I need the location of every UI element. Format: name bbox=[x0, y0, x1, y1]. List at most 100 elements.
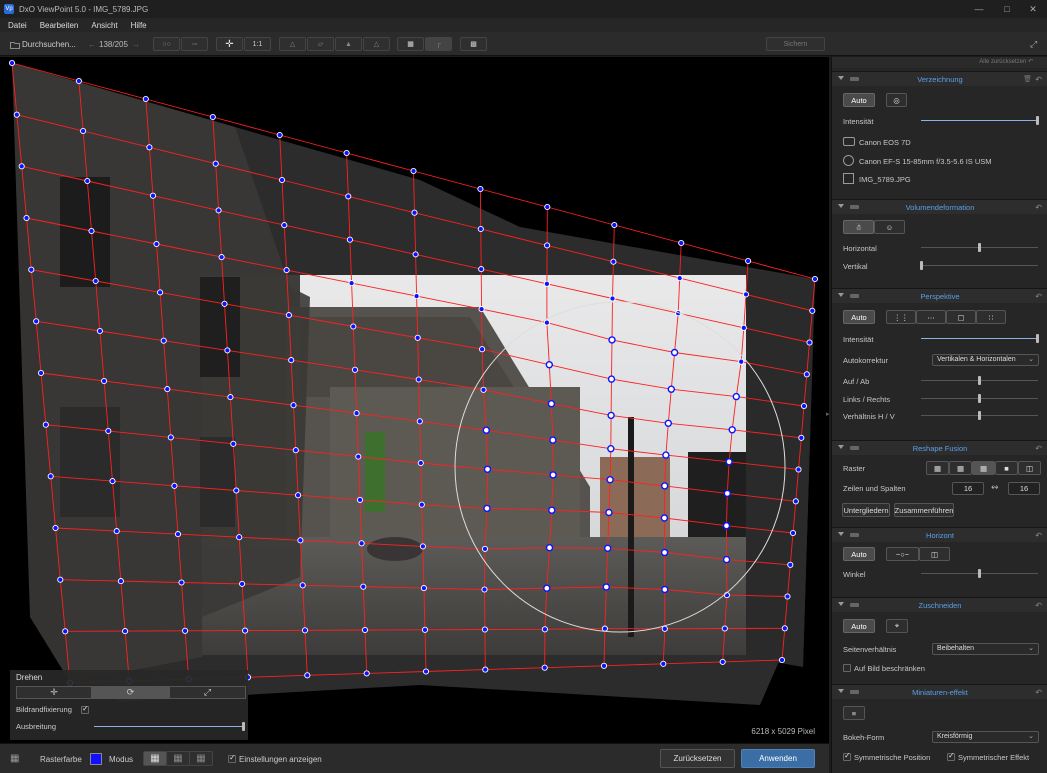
rows-input[interactable]: 16 bbox=[952, 482, 984, 495]
perspective-intensity-slider[interactable] bbox=[921, 334, 1039, 343]
mesh-control-point[interactable] bbox=[778, 656, 786, 664]
mesh-control-point[interactable] bbox=[605, 508, 613, 517]
mesh-control-point[interactable] bbox=[276, 131, 283, 139]
vertical-slider[interactable] bbox=[920, 261, 1038, 270]
mesh-control-point[interactable] bbox=[800, 402, 808, 410]
mesh-control-point[interactable] bbox=[363, 670, 370, 677]
mesh-control-point[interactable] bbox=[346, 236, 353, 243]
mesh-control-point[interactable] bbox=[230, 440, 237, 447]
panel-collapse-arrow-icon[interactable]: ▸ bbox=[826, 410, 830, 418]
mesh-control-point[interactable] bbox=[122, 628, 129, 635]
crop-header[interactable]: Zuschneiden ↶ bbox=[832, 598, 1047, 612]
mesh-control-point[interactable] bbox=[602, 583, 610, 591]
move-tool-button[interactable]: ✛ bbox=[216, 37, 243, 51]
reset-section-icon[interactable]: ↶ bbox=[1035, 531, 1042, 540]
mesh-control-point[interactable] bbox=[795, 466, 802, 473]
mesh-control-point[interactable] bbox=[109, 478, 116, 485]
mesh-control-point[interactable] bbox=[725, 458, 733, 466]
mesh-control-point[interactable] bbox=[667, 385, 675, 393]
mesh-control-point[interactable] bbox=[57, 576, 64, 583]
mesh-control-point[interactable] bbox=[171, 482, 178, 489]
mesh-control-point[interactable] bbox=[411, 209, 418, 216]
mesh-control-point[interactable] bbox=[278, 176, 286, 184]
mesh-control-point[interactable] bbox=[113, 528, 120, 535]
mesh-control-point[interactable] bbox=[18, 163, 25, 170]
mesh-control-point[interactable] bbox=[544, 242, 551, 249]
mesh-control-point[interactable] bbox=[728, 426, 736, 434]
perspective-tool-1-button[interactable]: △ bbox=[279, 37, 306, 51]
minimize-icon[interactable]: — bbox=[965, 0, 993, 18]
perspective-8pt-button[interactable]: ∷ bbox=[976, 310, 1006, 324]
mesh-control-point[interactable] bbox=[62, 628, 69, 635]
mesh-control-point[interactable] bbox=[174, 531, 182, 538]
mesh-control-point[interactable] bbox=[604, 544, 612, 552]
cols-input[interactable]: 16 bbox=[1008, 482, 1040, 495]
mesh-control-point[interactable] bbox=[601, 625, 608, 632]
volume-header[interactable]: Volumendeformation ↶ bbox=[832, 200, 1047, 214]
mesh-control-point[interactable] bbox=[678, 239, 685, 247]
up-down-slider[interactable] bbox=[921, 376, 1038, 385]
mesh-control-point[interactable] bbox=[299, 582, 306, 589]
mesh-control-point[interactable] bbox=[481, 626, 488, 633]
mesh-control-point[interactable] bbox=[47, 473, 54, 480]
mesh-control-point[interactable] bbox=[281, 222, 288, 229]
mesh-control-point[interactable] bbox=[798, 434, 805, 441]
mesh-control-point[interactable] bbox=[545, 361, 553, 369]
mesh-control-point[interactable] bbox=[545, 544, 554, 552]
mesh-control-point[interactable] bbox=[676, 275, 683, 282]
mesh-control-point[interactable] bbox=[236, 534, 243, 541]
mesh-control-point[interactable] bbox=[142, 95, 149, 103]
mesh-control-point[interactable] bbox=[809, 307, 816, 314]
horizon-vertical-button[interactable]: ◫ bbox=[919, 547, 950, 561]
crop-overlay-button[interactable]: ▩ bbox=[460, 37, 487, 51]
mesh-control-point[interactable] bbox=[42, 421, 49, 428]
aspect-dropdown[interactable]: Beibehalten ⌄ bbox=[932, 643, 1039, 655]
mesh-control-point[interactable] bbox=[482, 666, 489, 673]
mesh-control-point[interactable] bbox=[477, 185, 484, 193]
mode-move-button[interactable]: ✛ bbox=[16, 686, 92, 699]
mesh-control-point[interactable] bbox=[224, 347, 231, 354]
mesh-control-point[interactable] bbox=[661, 625, 668, 632]
ratio-slider[interactable] bbox=[921, 411, 1038, 420]
mesh-control-point[interactable] bbox=[416, 418, 423, 425]
left-right-slider[interactable] bbox=[921, 394, 1038, 403]
horizon-tool-button[interactable]: △ bbox=[363, 37, 390, 51]
mode-warp-button[interactable]: ▦ bbox=[143, 751, 167, 766]
subdivide-button[interactable]: Untergliedern bbox=[842, 503, 890, 517]
horizon-header[interactable]: Horizont ↶ bbox=[832, 528, 1047, 542]
mesh-control-point[interactable] bbox=[101, 377, 108, 385]
mesh-control-point[interactable] bbox=[547, 400, 556, 408]
mesh-control-point[interactable] bbox=[543, 280, 550, 287]
mode-perspective-grid-button[interactable]: ▦ bbox=[189, 751, 213, 766]
mesh-control-point[interactable] bbox=[721, 625, 728, 632]
menu-hilfe[interactable]: Hilfe bbox=[126, 21, 152, 30]
mesh-control-point[interactable] bbox=[740, 324, 747, 331]
mesh-control-point[interactable] bbox=[288, 357, 295, 364]
mesh-control-point[interactable] bbox=[358, 540, 365, 547]
mode-rotate-button[interactable]: ⟳ bbox=[92, 686, 169, 699]
mesh-control-point[interactable] bbox=[481, 586, 488, 593]
mesh-control-point[interactable] bbox=[84, 177, 91, 185]
mesh-control-point[interactable] bbox=[28, 266, 35, 273]
mesh-control-point[interactable] bbox=[413, 293, 420, 300]
mesh-control-point[interactable] bbox=[167, 434, 174, 441]
save-button[interactable]: Sichern bbox=[766, 37, 825, 51]
mesh-control-point[interactable] bbox=[607, 411, 615, 420]
mesh-control-point[interactable] bbox=[52, 524, 59, 532]
mesh-control-point[interactable] bbox=[732, 392, 740, 401]
mesh-control-point[interactable] bbox=[360, 583, 367, 590]
menu-bearbeiten[interactable]: Bearbeiten bbox=[35, 21, 84, 30]
mesh-control-point[interactable] bbox=[153, 240, 160, 248]
grid-toggle-icon[interactable]: ▦ bbox=[10, 753, 19, 764]
mesh-control-point[interactable] bbox=[600, 662, 608, 669]
mesh-control-point[interactable] bbox=[297, 537, 304, 544]
perspective-horizontal-button[interactable]: ⋯ bbox=[916, 310, 946, 324]
mesh-control-point[interactable] bbox=[742, 291, 750, 298]
reshape-tool-button[interactable]: ┌ bbox=[425, 37, 452, 51]
volume-mode-2-button[interactable]: ☺ bbox=[874, 220, 905, 234]
mesh-control-point[interactable] bbox=[664, 419, 672, 427]
close-icon[interactable]: ✕ bbox=[1019, 0, 1047, 18]
mesh-control-point[interactable] bbox=[212, 160, 219, 167]
mesh-control-point[interactable] bbox=[606, 476, 614, 484]
mode-grid-button[interactable]: ▦ bbox=[166, 751, 190, 766]
